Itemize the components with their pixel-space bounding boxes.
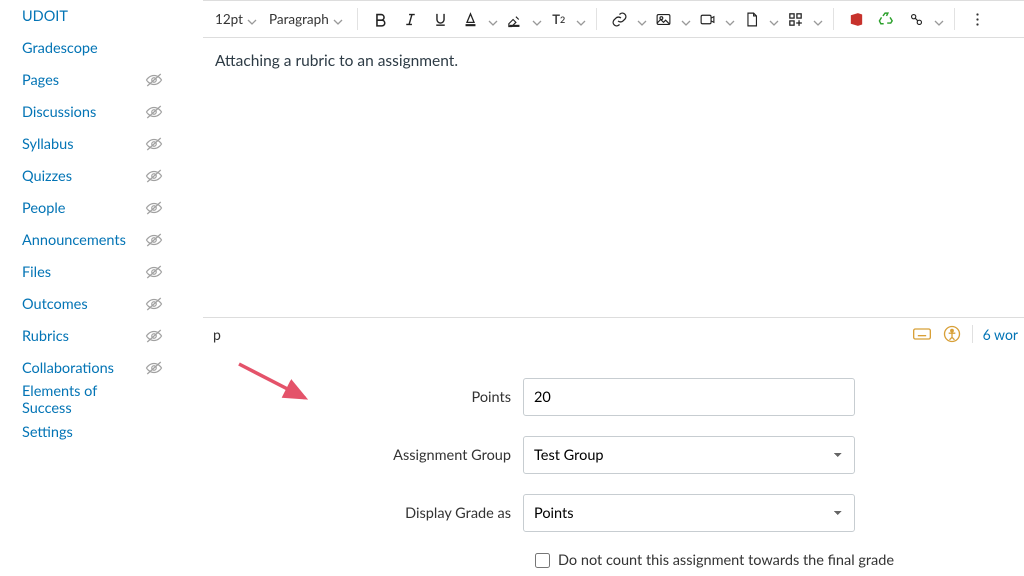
toolbar-divider [954, 8, 955, 30]
sidebar-item-label[interactable]: Discussions [22, 104, 96, 121]
hidden-eye-icon [145, 231, 163, 249]
points-input[interactable] [523, 378, 855, 416]
accessibility-checker-icon[interactable] [942, 324, 962, 344]
chevron-down-icon[interactable] [637, 14, 647, 24]
sidebar-item-label[interactable]: Quizzes [22, 168, 72, 185]
sidebar-item-label[interactable]: Elements of Success [22, 383, 146, 417]
chevron-down-icon[interactable] [934, 14, 944, 24]
word-count[interactable]: 6 wor [983, 326, 1018, 343]
sidebar-item-discussions[interactable]: Discussions [22, 96, 163, 128]
italic-button[interactable] [398, 6, 424, 32]
chevron-down-icon[interactable] [813, 14, 823, 24]
sidebar-item-label[interactable]: Pages [22, 72, 59, 89]
sidebar-item-people[interactable]: People [22, 192, 163, 224]
sidebar-item-pages[interactable]: Pages [22, 64, 163, 96]
chevron-down-icon[interactable] [725, 14, 735, 24]
rce-statusbar: p 6 wor [203, 318, 1024, 350]
sidebar-item-label[interactable]: Collaborations [22, 360, 114, 377]
underline-button[interactable] [428, 6, 454, 32]
footer-divider [972, 325, 973, 343]
apps-button[interactable] [783, 6, 809, 32]
rce-editor[interactable]: Attaching a rubric to an assignment. [203, 38, 1024, 318]
image-button[interactable] [651, 6, 677, 32]
media-button[interactable] [695, 6, 721, 32]
hidden-eye-icon [145, 199, 163, 217]
hidden-eye-icon [145, 135, 163, 153]
final-grade-checkbox[interactable] [535, 553, 550, 568]
hidden-eye-icon [145, 359, 163, 377]
bold-button[interactable] [368, 6, 394, 32]
block-format-value: Paragraph [269, 11, 329, 27]
sidebar-item-label[interactable]: Settings [22, 424, 73, 441]
office-plugin-icon[interactable] [844, 6, 870, 32]
hidden-eye-icon [145, 263, 163, 281]
assignment-form: Points Assignment Group Test Group Displ… [203, 350, 1024, 569]
sidebar-item-quizzes[interactable]: Quizzes [22, 160, 163, 192]
assignment-group-select[interactable]: Test Group [523, 436, 855, 474]
equation-plugin-icon[interactable] [904, 6, 930, 32]
toolbar-divider [596, 8, 597, 30]
sidebar-item-label[interactable]: Gradescope [22, 40, 98, 57]
sidebar-item-label[interactable]: People [22, 200, 65, 217]
toolbar-divider [357, 8, 358, 30]
sidebar-item-files[interactable]: Files [22, 256, 163, 288]
chevron-down-icon [247, 14, 257, 24]
sidebar-item-announcements[interactable]: Announcements [22, 224, 163, 256]
final-grade-checkbox-row: Do not count this assignment towards the… [535, 552, 1024, 569]
hidden-eye-icon [145, 167, 163, 185]
editor-content[interactable]: Attaching a rubric to an assignment. [203, 38, 1024, 84]
course-nav: UDOIT Gradescope Pages Discussions Sylla… [0, 0, 175, 576]
kebab-menu-button[interactable] [965, 6, 991, 32]
assignment-group-label: Assignment Group [203, 447, 523, 464]
document-button[interactable] [739, 6, 765, 32]
sidebar-item-udoit[interactable]: UDOIT [22, 0, 163, 32]
chevron-down-icon [333, 14, 343, 24]
display-grade-row: Display Grade as Points [203, 494, 1024, 532]
recycle-plugin-icon[interactable] [874, 6, 900, 32]
hidden-eye-icon [145, 103, 163, 121]
hidden-eye-icon [145, 327, 163, 345]
rce-toolbar: 12pt Paragraph T2 [203, 0, 1024, 38]
main-content: 12pt Paragraph T2 [175, 0, 1024, 576]
sidebar-item-rubrics[interactable]: Rubrics [22, 320, 163, 352]
sidebar-item-outcomes[interactable]: Outcomes [22, 288, 163, 320]
sidebar-item-elements-of-success[interactable]: Elements of Success [22, 384, 163, 416]
keyboard-shortcuts-icon[interactable] [912, 324, 932, 344]
chevron-down-icon[interactable] [532, 14, 542, 24]
sidebar-item-label[interactable]: UDOIT [22, 8, 68, 25]
hidden-eye-icon [145, 295, 163, 313]
sidebar-item-collaborations[interactable]: Collaborations [22, 352, 163, 384]
font-size-value: 12pt [215, 11, 243, 27]
chevron-down-icon[interactable] [681, 14, 691, 24]
sidebar-item-settings[interactable]: Settings [22, 416, 163, 448]
points-label: Points [203, 389, 523, 406]
assignment-group-row: Assignment Group Test Group [203, 436, 1024, 474]
hidden-eye-icon [145, 71, 163, 89]
sidebar-item-label[interactable]: Announcements [22, 232, 126, 249]
sidebar-item-syllabus[interactable]: Syllabus [22, 128, 163, 160]
sidebar-item-label[interactable]: Rubrics [22, 328, 69, 345]
font-size-select[interactable]: 12pt [211, 7, 261, 31]
link-button[interactable] [607, 6, 633, 32]
superscript-button[interactable]: T2 [546, 6, 572, 32]
display-grade-select[interactable]: Points [523, 494, 855, 532]
element-path[interactable]: p [213, 326, 221, 343]
block-format-select[interactable]: Paragraph [265, 7, 347, 31]
sidebar-item-label[interactable]: Outcomes [22, 296, 88, 313]
sidebar-item-gradescope[interactable]: Gradescope [22, 32, 163, 64]
chevron-down-icon[interactable] [769, 14, 779, 24]
chevron-down-icon[interactable] [488, 14, 498, 24]
final-grade-checkbox-label: Do not count this assignment towards the… [558, 552, 894, 569]
chevron-down-icon[interactable] [576, 14, 586, 24]
points-row: Points [203, 378, 1024, 416]
sidebar-item-label[interactable]: Files [22, 264, 51, 281]
toolbar-divider [833, 8, 834, 30]
display-grade-label: Display Grade as [203, 505, 523, 522]
sidebar-item-label[interactable]: Syllabus [22, 136, 74, 153]
text-color-button[interactable] [458, 6, 484, 32]
highlight-color-button[interactable] [502, 6, 528, 32]
